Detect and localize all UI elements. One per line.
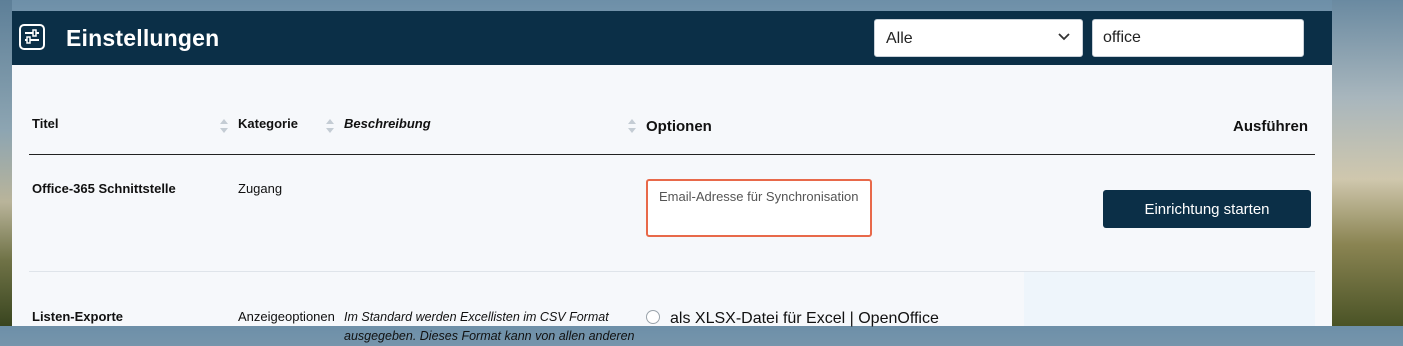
row-title: Listen-Exporte <box>32 309 124 324</box>
row-title: Office-365 Schnittstelle <box>32 181 176 196</box>
xlsx-export-label[interactable]: als XLSX-Datei für Excel | OpenOffice <box>670 310 939 328</box>
sort-title-icon[interactable] <box>220 119 228 133</box>
background-right <box>1332 0 1403 326</box>
column-header-options: Optionen <box>646 118 712 135</box>
category-filter-value: Alle <box>886 30 913 47</box>
email-sync-placeholder: Email-Adresse für Synchronisation <box>659 189 859 204</box>
table-header: Titel Kategorie Beschreibung Optionen Au… <box>29 91 1315 155</box>
xlsx-export-radio[interactable] <box>646 310 660 324</box>
table-row: Office-365 Schnittstelle Zugang Email-Ad… <box>29 155 1315 272</box>
column-header-title[interactable]: Titel <box>32 116 59 131</box>
page-title: Einstellungen <box>66 25 220 51</box>
category-filter-select[interactable]: Alle <box>874 19 1083 57</box>
email-sync-input[interactable]: Email-Adresse für Synchronisation <box>646 179 872 237</box>
column-header-description[interactable]: Beschreibung <box>344 116 431 131</box>
header-bar: Einstellungen Alle <box>12 11 1332 65</box>
table-row: Listen-Exporte Anzeigeoptionen Im Standa… <box>29 272 1315 343</box>
row-shade <box>1024 272 1315 326</box>
settings-sliders-icon <box>19 24 45 50</box>
search-input[interactable] <box>1092 19 1304 57</box>
column-header-execute: Ausführen <box>1233 118 1308 135</box>
background-left <box>0 0 12 326</box>
start-setup-button[interactable]: Einrichtung starten <box>1103 190 1311 228</box>
column-header-category[interactable]: Kategorie <box>238 116 298 131</box>
settings-panel: Einstellungen Alle Titel Kategorie Besch… <box>12 11 1332 343</box>
sort-description-icon[interactable] <box>628 119 636 133</box>
chevron-down-icon <box>1058 33 1070 41</box>
row-category: Anzeigeoptionen <box>238 309 335 324</box>
row-description: Im Standard werden Excellisten im CSV Fo… <box>344 310 635 343</box>
row-category: Zugang <box>238 181 283 196</box>
sort-category-icon[interactable] <box>326 119 334 133</box>
